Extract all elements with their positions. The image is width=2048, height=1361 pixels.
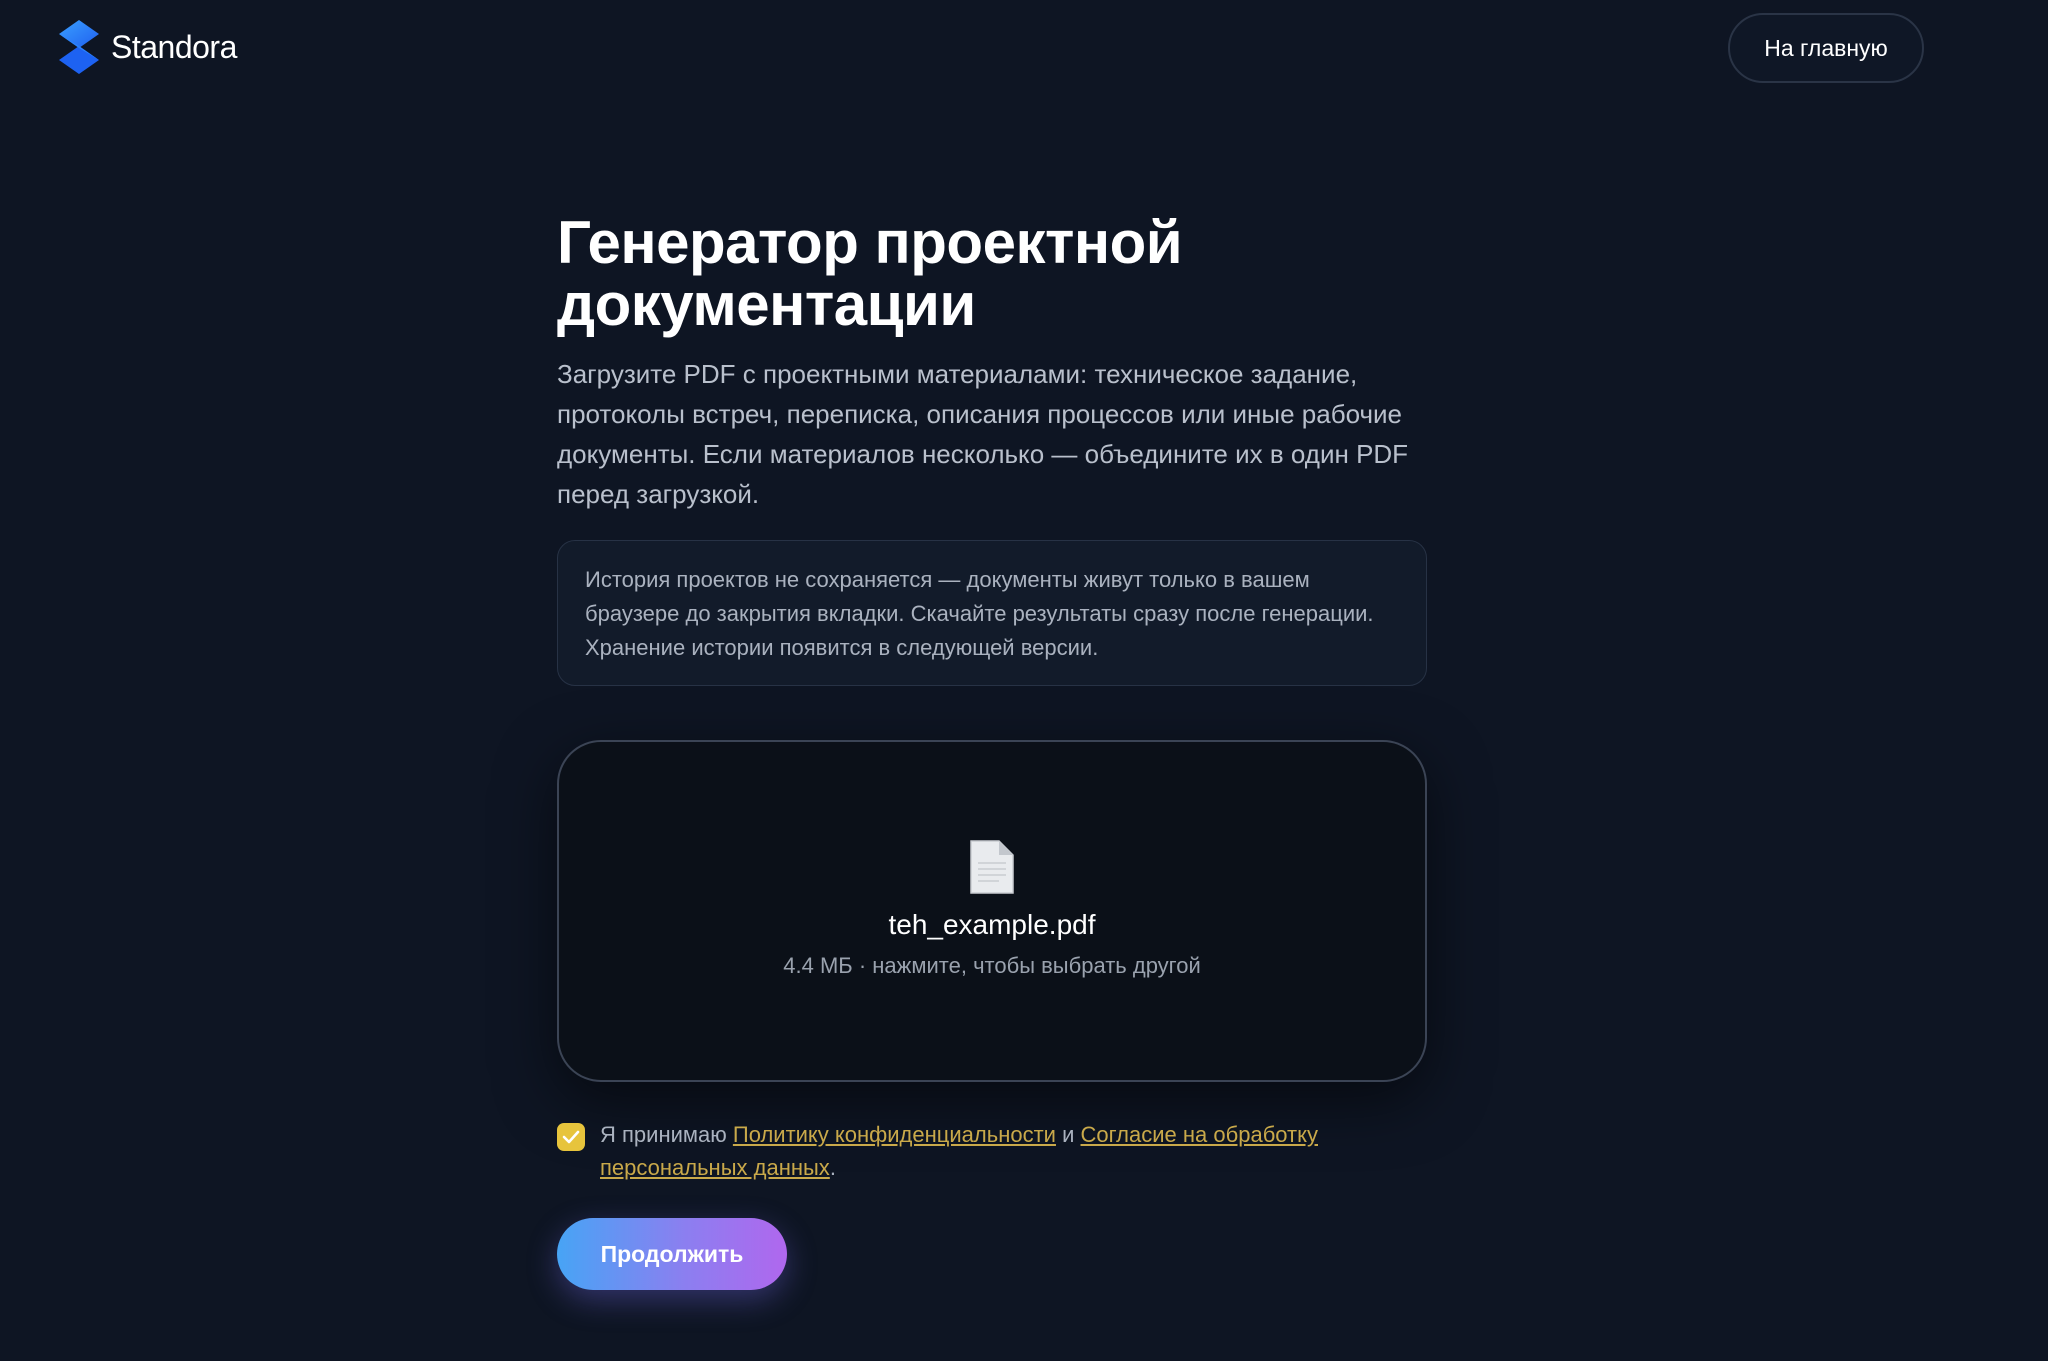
page: Standora На главную Генератор проектной … xyxy=(0,0,2048,1361)
consent-conjunction: и xyxy=(1062,1122,1075,1147)
selected-file-meta: 4.4 МБ · нажмите, чтобы выбрать другой xyxy=(783,953,1201,978)
page-description: Загрузите PDF с проектными материалами: … xyxy=(557,359,1409,509)
page-title-line-1: Генератор проектной xyxy=(557,209,1183,276)
brand-name: Standora xyxy=(111,28,237,65)
history-notice: История проектов не сохраняется — докуме… xyxy=(557,540,1427,686)
home-button[interactable]: На главную xyxy=(1728,13,1924,83)
file-dropzone[interactable]: teh_example.pdf 4.4 МБ · нажмите, чтобы … xyxy=(557,740,1427,1082)
selected-file-name: teh_example.pdf xyxy=(888,909,1096,940)
brand-logo[interactable]: Standora xyxy=(57,18,237,76)
continue-button[interactable]: Продолжить xyxy=(557,1218,787,1290)
consent-text: Я принимаю Политику конфиденциальности и… xyxy=(600,1118,1427,1184)
consent-suffix: . xyxy=(829,1155,836,1180)
standora-logo-icon xyxy=(59,20,99,74)
page-title: Генератор проектной документации xyxy=(557,212,1427,336)
document-file-icon xyxy=(970,840,1014,894)
consent-prefix: Я принимаю xyxy=(600,1122,727,1147)
main-content: Генератор проектной документации Загрузи… xyxy=(557,212,1427,1290)
consent-row: Я принимаю Политику конфиденциальности и… xyxy=(557,1118,1427,1184)
consent-checkbox[interactable] xyxy=(557,1123,585,1151)
privacy-policy-link[interactable]: Политику конфиденциальности xyxy=(733,1122,1056,1147)
checkmark-icon xyxy=(562,1130,580,1144)
page-title-line-2: документации xyxy=(557,271,976,338)
